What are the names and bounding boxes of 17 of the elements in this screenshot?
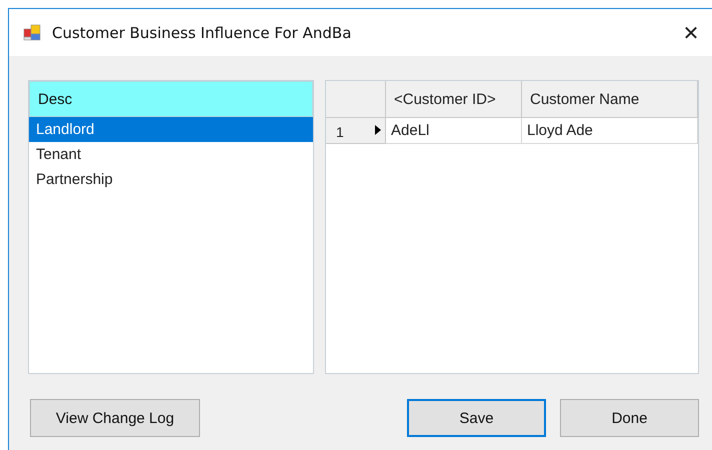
dialog-button[interactable]: Save xyxy=(407,399,546,437)
view-change-log-button[interactable]: View Change Log xyxy=(30,399,200,437)
list-item[interactable]: Partnership xyxy=(29,167,313,192)
list-item[interactable]: Landlord xyxy=(29,117,313,142)
dialog-button[interactable]: Done xyxy=(560,399,699,437)
row-header[interactable]: 1 xyxy=(326,118,386,144)
app-icon xyxy=(23,24,41,42)
table-cell: AdeLl xyxy=(386,118,522,144)
list-item[interactable]: Tenant xyxy=(29,142,313,167)
table-cell: Lloyd Ade xyxy=(522,118,698,144)
column-header: Desc xyxy=(29,81,313,117)
column-header[interactable]: Customer Name xyxy=(522,81,698,118)
corner-header xyxy=(326,81,386,118)
row-number: 1 xyxy=(336,124,344,140)
close-button[interactable]: ✕ xyxy=(676,20,706,44)
column-header[interactable]: <Customer ID> xyxy=(386,81,522,118)
window-title: Customer Business Influence For AndBa xyxy=(52,24,352,42)
